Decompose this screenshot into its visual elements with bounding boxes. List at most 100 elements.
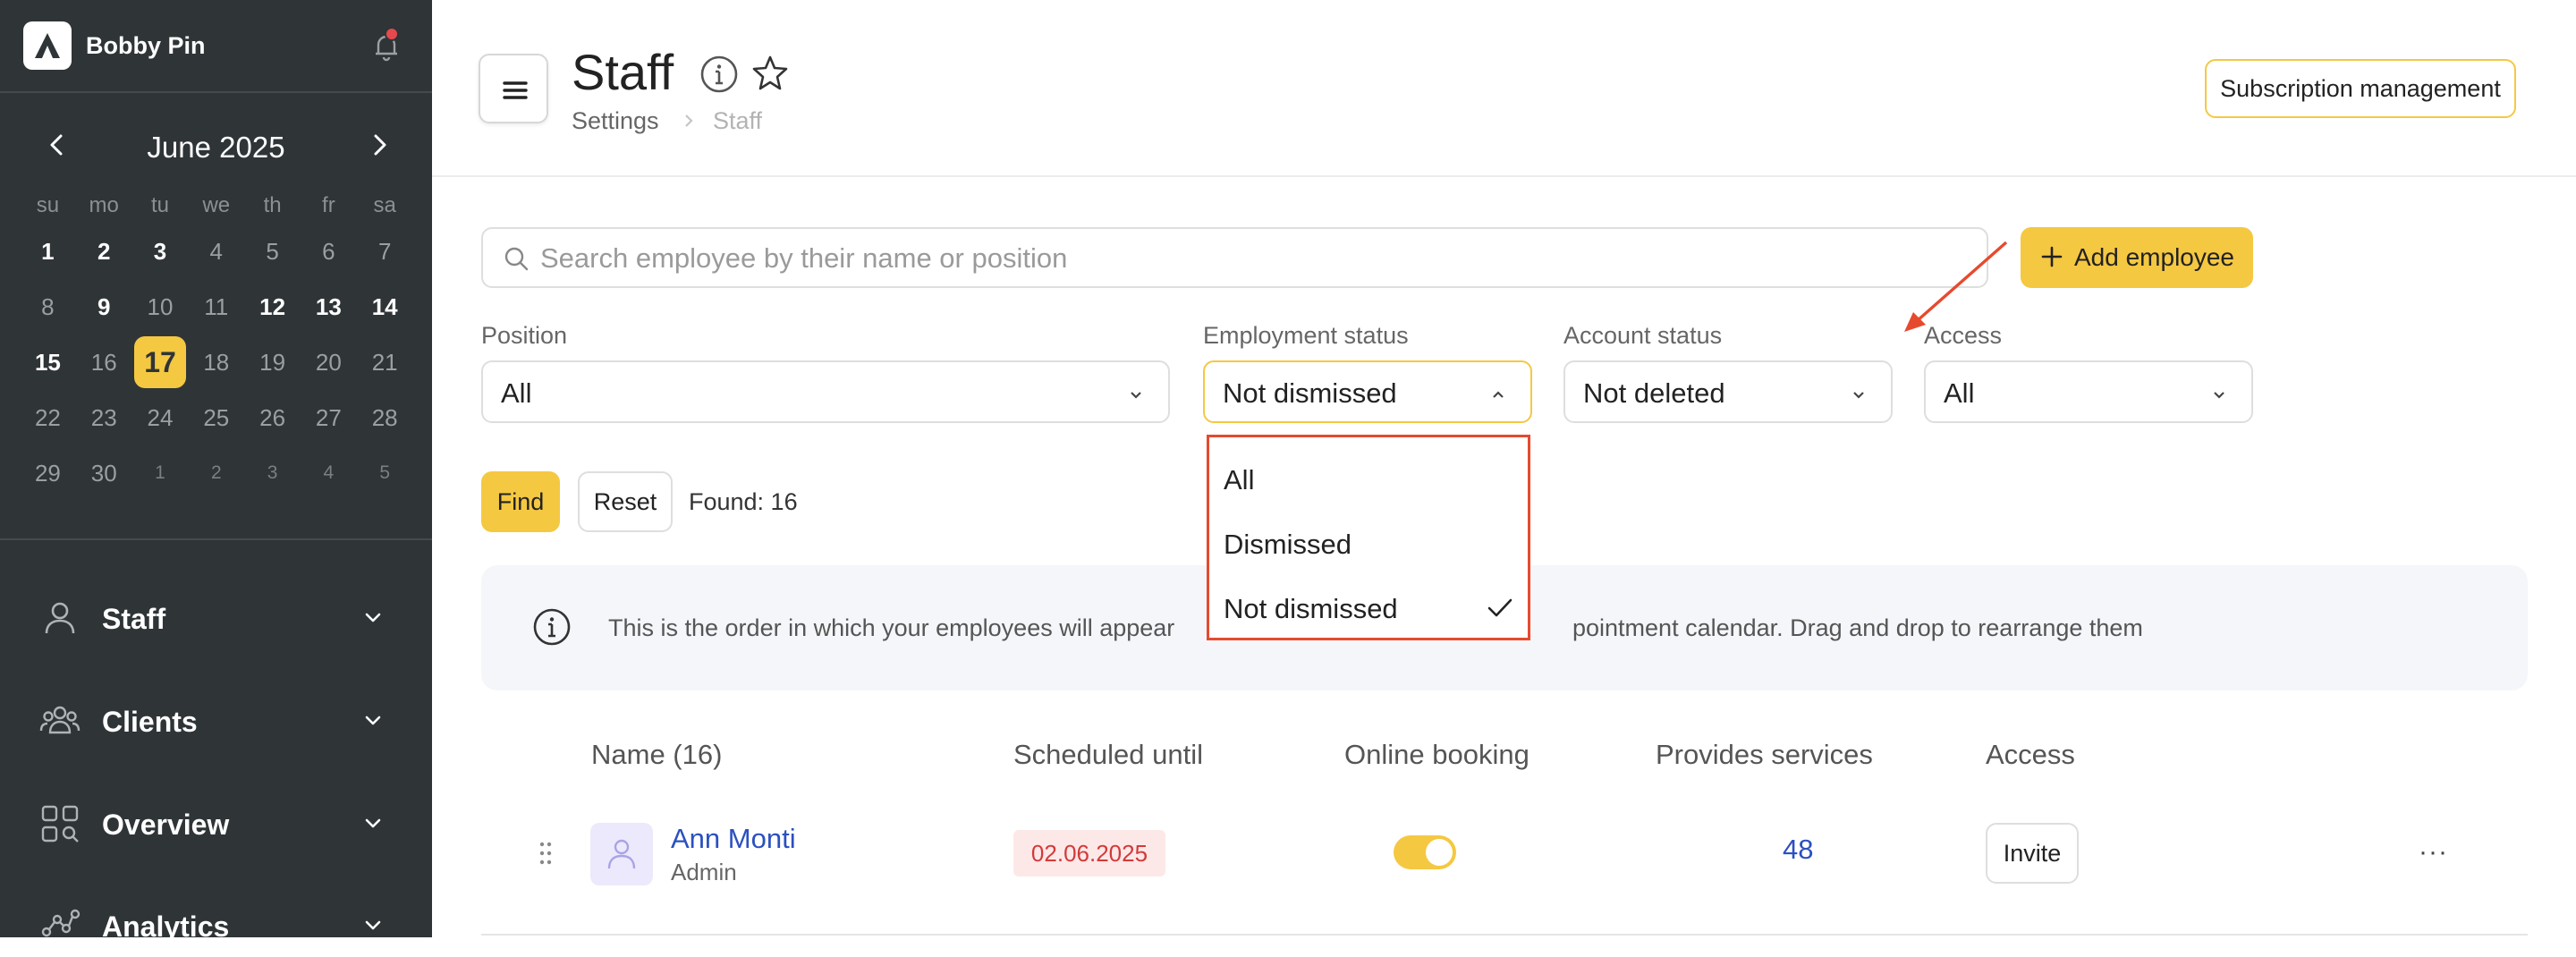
- weekday-label: su: [36, 193, 60, 217]
- calendar-day[interactable]: 13: [301, 293, 357, 321]
- add-employee-label: Add employee: [2074, 243, 2235, 271]
- notification-badge: [385, 27, 399, 41]
- services-count[interactable]: 48: [1783, 834, 1813, 866]
- column-header-services[interactable]: Provides services: [1656, 739, 1873, 771]
- calendar-week: 29 30 1 2 3 4 5: [20, 445, 413, 501]
- grid-search-icon: [41, 805, 79, 843]
- star-icon[interactable]: [750, 54, 790, 93]
- analytics-icon: [41, 909, 80, 937]
- calendar-day-next-month[interactable]: 1: [132, 462, 189, 484]
- drag-handle-icon[interactable]: [538, 841, 553, 866]
- avatar: [590, 823, 653, 885]
- employee-name[interactable]: Ann Monti: [671, 823, 796, 855]
- calendar-day[interactable]: 30: [76, 460, 132, 487]
- chevron-down-icon: [365, 716, 381, 725]
- calendar-week: 8 9 10 11 12 13 14: [20, 279, 413, 335]
- breadcrumb-settings[interactable]: Settings: [572, 107, 659, 135]
- person-icon: [45, 602, 75, 634]
- menu-button[interactable]: [479, 54, 548, 123]
- position-select-value: All: [501, 377, 532, 409]
- dropdown-option-not-dismissed[interactable]: Not dismissed: [1209, 575, 1528, 639]
- user-name[interactable]: Bobby Pin: [86, 32, 206, 60]
- calendar-day[interactable]: 7: [357, 238, 413, 266]
- calendar-day[interactable]: 16: [76, 349, 132, 377]
- calendar-day[interactable]: 21: [357, 349, 413, 377]
- table-row[interactable]: Ann Monti Admin 02.06.2025 48 Invite ···: [481, 803, 2528, 937]
- calendar-day[interactable]: 18: [188, 349, 244, 377]
- search-input[interactable]: [540, 238, 1971, 279]
- calendar-day[interactable]: 28: [357, 404, 413, 432]
- reset-button[interactable]: Reset: [578, 471, 673, 532]
- weekday-label: th: [263, 193, 282, 217]
- column-header-name[interactable]: Name (16): [591, 739, 722, 771]
- info-icon: [533, 608, 571, 646]
- weekday-label: sa: [373, 193, 396, 217]
- calendar-week: 22 23 24 25 26 27 28: [20, 390, 413, 445]
- column-header-access[interactable]: Access: [1986, 739, 2075, 771]
- calendar-day[interactable]: 24: [132, 404, 189, 432]
- calendar-day[interactable]: 15: [20, 349, 76, 377]
- calendar-day[interactable]: 12: [244, 293, 301, 321]
- sidebar-item-clients[interactable]: Clients: [0, 690, 432, 752]
- page-header: Staff Settings Staff Subscription manage…: [432, 0, 2576, 177]
- sidebar-header: Bobby Pin: [0, 0, 432, 93]
- calendar-day[interactable]: 11: [188, 293, 244, 321]
- calendar-day[interactable]: 1: [20, 238, 76, 266]
- search-field[interactable]: [481, 227, 1988, 288]
- calendar-day[interactable]: 10: [132, 293, 189, 321]
- access-select[interactable]: All: [1924, 360, 2253, 423]
- calendar-day[interactable]: 20: [301, 349, 357, 377]
- calendar-day[interactable]: 9: [76, 293, 132, 321]
- calendar-day-next-month[interactable]: 4: [301, 462, 357, 484]
- more-options-icon[interactable]: ···: [2419, 837, 2448, 868]
- sidebar-item-label: Overview: [102, 809, 230, 841]
- calendar-day[interactable]: 8: [20, 293, 76, 321]
- calendar-day[interactable]: 27: [301, 404, 357, 432]
- find-button[interactable]: Find: [481, 471, 560, 532]
- subscription-management-button[interactable]: Subscription management: [2205, 59, 2516, 118]
- sidebar-item-analytics[interactable]: Analytics: [0, 894, 432, 957]
- chevron-down-icon: [1853, 392, 1864, 399]
- invite-button[interactable]: Invite: [1986, 823, 2079, 884]
- calendar-day[interactable]: 23: [76, 404, 132, 432]
- calendar-day-today[interactable]: 17: [132, 336, 189, 388]
- chevron-right-icon[interactable]: [360, 125, 399, 165]
- calendar-day-next-month[interactable]: 5: [357, 462, 413, 484]
- app-logo[interactable]: [23, 21, 72, 70]
- calendar-day[interactable]: 19: [244, 349, 301, 377]
- calendar-day[interactable]: 6: [301, 238, 357, 266]
- calendar-day[interactable]: 26: [244, 404, 301, 432]
- chevron-down-icon: [2214, 392, 2224, 399]
- sidebar-item-staff[interactable]: Staff: [0, 587, 432, 649]
- calendar-day[interactable]: 3: [132, 238, 189, 266]
- add-employee-button[interactable]: Add employee: [2021, 227, 2253, 288]
- calendar-day-next-month[interactable]: 3: [244, 462, 301, 484]
- sidebar-item-overview[interactable]: Overview: [0, 792, 432, 855]
- found-count: Found: 16: [689, 488, 798, 515]
- calendar-day[interactable]: 2: [76, 238, 132, 266]
- dropdown-option-dismissed[interactable]: Dismissed: [1209, 511, 1528, 575]
- column-header-online-booking[interactable]: Online booking: [1344, 739, 1530, 771]
- position-select[interactable]: All: [481, 360, 1170, 423]
- sidebar: Bobby Pin June 2025 su mo tu we th fr sa…: [0, 0, 432, 943]
- calendar-day[interactable]: 22: [20, 404, 76, 432]
- calendar-day[interactable]: 29: [20, 460, 76, 487]
- dropdown-option-all[interactable]: All: [1209, 446, 1528, 511]
- calendar-day-next-month[interactable]: 2: [188, 462, 244, 484]
- account-status-select[interactable]: Not deleted: [1563, 360, 1893, 423]
- calendar-day[interactable]: 4: [188, 238, 244, 266]
- employment-status-dropdown: All Dismissed Not dismissed: [1207, 435, 1530, 640]
- employment-status-select[interactable]: Not dismissed: [1203, 360, 1532, 423]
- calendar-day[interactable]: 25: [188, 404, 244, 432]
- info-icon[interactable]: [699, 54, 740, 95]
- online-booking-toggle[interactable]: [1394, 835, 1456, 869]
- annotation-arrow: [1904, 241, 2008, 332]
- chevron-down-icon: [1131, 392, 1141, 399]
- position-filter-label: Position: [481, 322, 568, 349]
- calendar-day[interactable]: 5: [244, 238, 301, 266]
- main-content: Staff Settings Staff Subscription manage…: [432, 0, 2576, 937]
- calendar-day[interactable]: 14: [357, 293, 413, 321]
- column-header-scheduled[interactable]: Scheduled until: [1013, 739, 1203, 771]
- calendar-week: 1 2 3 4 5 6 7: [20, 224, 413, 279]
- calendar-header: June 2025: [0, 125, 432, 166]
